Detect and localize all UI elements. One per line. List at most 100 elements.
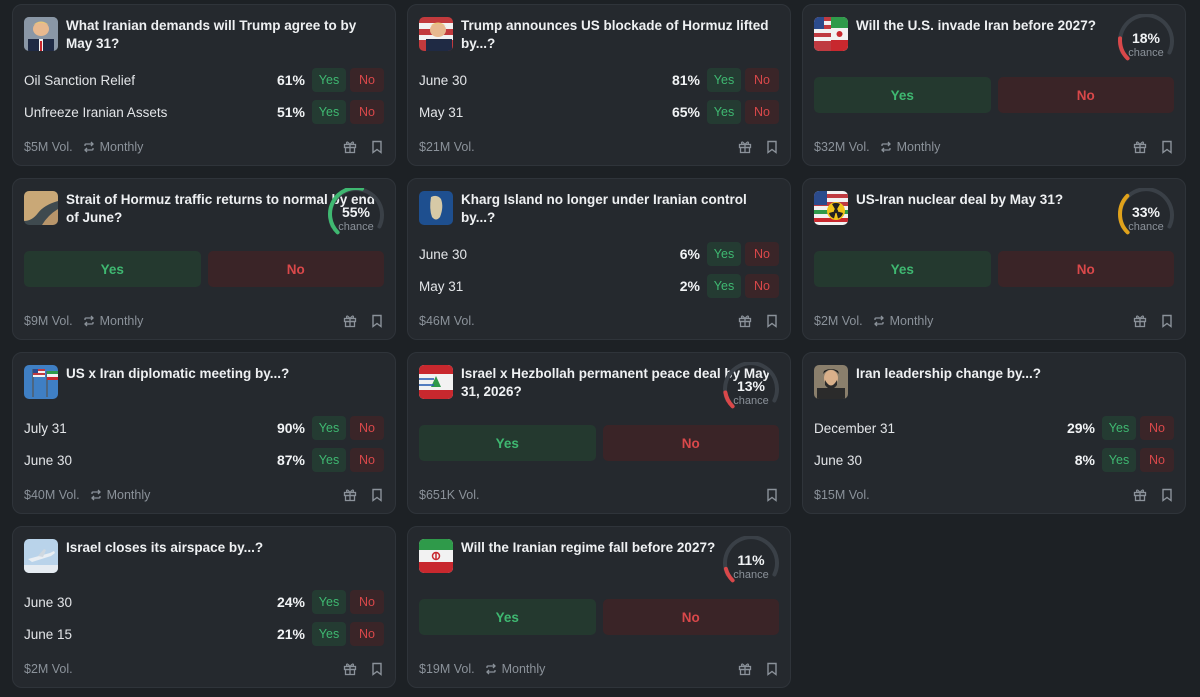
buy-yes-button[interactable]: Yes xyxy=(312,100,346,124)
buy-no-button[interactable]: No xyxy=(745,242,779,266)
buy-no-button[interactable]: No xyxy=(745,68,779,92)
bookmark-icon[interactable] xyxy=(371,488,383,502)
buy-yes-button[interactable]: Yes xyxy=(814,251,991,287)
market-title[interactable]: US x Iran diplomatic meeting by...? xyxy=(66,364,295,383)
market-card[interactable]: Trump announces US blockade of Hormuz li… xyxy=(407,4,791,166)
market-card[interactable]: Israel closes its airspace by...? June 3… xyxy=(12,526,396,688)
chance-label: chance xyxy=(1128,221,1164,233)
buy-no-button[interactable]: No xyxy=(997,77,1174,113)
market-title[interactable]: US-Iran nuclear deal by May 31? xyxy=(856,190,1069,209)
buy-no-button[interactable]: No xyxy=(602,425,779,461)
chance-percent: 11% xyxy=(737,552,765,568)
market-card[interactable]: Iran leadership change by...? December 3… xyxy=(802,352,1186,514)
buy-no-button[interactable]: No xyxy=(997,251,1174,287)
recurrence-label: Monthly xyxy=(90,488,150,502)
chance-percent: 55% xyxy=(341,204,371,220)
market-card[interactable]: Strait of Hormuz traffic returns to norm… xyxy=(12,178,396,340)
market-card[interactable]: US x Iran diplomatic meeting by...? July… xyxy=(12,352,396,514)
buy-no-button[interactable]: No xyxy=(207,251,384,287)
bookmark-icon[interactable] xyxy=(371,662,383,676)
bookmark-icon[interactable] xyxy=(766,314,778,328)
buy-yes-button[interactable]: Yes xyxy=(312,622,346,646)
outcome-percent: 29% xyxy=(1066,420,1095,436)
buy-yes-button[interactable]: Yes xyxy=(419,599,596,635)
gift-icon[interactable] xyxy=(343,140,357,154)
market-title[interactable]: Kharg Island no longer under Iranian con… xyxy=(461,190,779,227)
gift-icon[interactable] xyxy=(1133,140,1147,154)
buy-no-button[interactable]: No xyxy=(1140,448,1174,472)
buy-no-button[interactable]: No xyxy=(350,448,384,472)
buy-no-button[interactable]: No xyxy=(350,100,384,124)
bookmark-icon[interactable] xyxy=(371,140,383,154)
market-title[interactable]: Trump announces US blockade of Hormuz li… xyxy=(461,16,779,53)
buy-no-button[interactable]: No xyxy=(602,599,779,635)
buy-yes-button[interactable]: Yes xyxy=(707,242,741,266)
outcome-name: Unfreeze Iranian Assets xyxy=(24,104,168,120)
gift-icon[interactable] xyxy=(343,662,357,676)
market-card[interactable]: US-Iran nuclear deal by May 31? 33% chan… xyxy=(802,178,1186,340)
bookmark-icon[interactable] xyxy=(371,314,383,328)
outcome-row: June 30 6% Yes No xyxy=(419,238,779,270)
buy-yes-button[interactable]: Yes xyxy=(1102,448,1136,472)
buy-no-button[interactable]: No xyxy=(350,68,384,92)
gift-icon[interactable] xyxy=(1133,314,1147,328)
gift-icon[interactable] xyxy=(738,314,752,328)
volume-label: $651K Vol. xyxy=(419,488,480,502)
market-image xyxy=(419,191,453,225)
outcome-name: May 31 xyxy=(419,104,464,120)
bookmark-icon[interactable] xyxy=(1161,314,1173,328)
bookmark-icon[interactable] xyxy=(766,662,778,676)
buy-no-button[interactable]: No xyxy=(745,274,779,298)
market-card[interactable]: Kharg Island no longer under Iranian con… xyxy=(407,178,791,340)
market-card[interactable]: Will the Iranian regime fall before 2027… xyxy=(407,526,791,688)
market-title[interactable]: Will the U.S. invade Iran before 2027? xyxy=(856,16,1102,35)
repeat-icon xyxy=(873,315,884,327)
buy-yes-button[interactable]: Yes xyxy=(312,590,346,614)
market-image xyxy=(419,365,453,399)
chance-gauge: 33% chance xyxy=(1117,188,1175,238)
repeat-icon xyxy=(485,663,496,675)
market-title[interactable]: What Iranian demands will Trump agree to… xyxy=(66,16,384,53)
gift-icon[interactable] xyxy=(343,314,357,328)
buy-no-button[interactable]: No xyxy=(1140,416,1174,440)
repeat-icon xyxy=(83,315,94,327)
buy-no-button[interactable]: No xyxy=(350,590,384,614)
bookmark-icon[interactable] xyxy=(1161,488,1173,502)
market-card[interactable]: Israel x Hezbollah permanent peace deal … xyxy=(407,352,791,514)
buy-no-button[interactable]: No xyxy=(350,416,384,440)
buy-yes-button[interactable]: Yes xyxy=(419,425,596,461)
gift-icon[interactable] xyxy=(738,662,752,676)
buy-yes-button[interactable]: Yes xyxy=(707,100,741,124)
bookmark-icon[interactable] xyxy=(766,488,778,502)
volume-label: $2M Vol. xyxy=(814,314,863,328)
buy-no-button[interactable]: No xyxy=(350,622,384,646)
bookmark-icon[interactable] xyxy=(1161,140,1173,154)
buy-yes-button[interactable]: Yes xyxy=(707,68,741,92)
buy-yes-button[interactable]: Yes xyxy=(707,274,741,298)
buy-yes-button[interactable]: Yes xyxy=(312,416,346,440)
market-title[interactable]: Iran leadership change by...? xyxy=(856,364,1047,383)
market-title[interactable]: Israel closes its airspace by...? xyxy=(66,538,269,557)
buy-yes-button[interactable]: Yes xyxy=(312,448,346,472)
market-image xyxy=(24,539,58,573)
buy-yes-button[interactable]: Yes xyxy=(1102,416,1136,440)
gift-icon[interactable] xyxy=(343,488,357,502)
gift-icon[interactable] xyxy=(1133,488,1147,502)
gift-icon[interactable] xyxy=(738,140,752,154)
market-card[interactable]: What Iranian demands will Trump agree to… xyxy=(12,4,396,166)
recurrence-label: Monthly xyxy=(485,662,545,676)
outcome-name: June 30 xyxy=(419,72,468,88)
market-card[interactable]: Will the U.S. invade Iran before 2027? 1… xyxy=(802,4,1186,166)
market-title[interactable]: Will the Iranian regime fall before 2027… xyxy=(461,538,721,557)
buy-no-button[interactable]: No xyxy=(745,100,779,124)
buy-yes-button[interactable]: Yes xyxy=(814,77,991,113)
volume-label: $46M Vol. xyxy=(419,314,475,328)
buy-yes-button[interactable]: Yes xyxy=(312,68,346,92)
bookmark-icon[interactable] xyxy=(766,140,778,154)
chance-label: chance xyxy=(733,569,769,581)
outcome-row: Oil Sanction Relief 61% Yes No xyxy=(24,64,384,96)
buy-yes-button[interactable]: Yes xyxy=(24,251,201,287)
outcome-name: July 31 xyxy=(24,420,67,436)
market-image xyxy=(814,191,848,225)
repeat-icon xyxy=(90,489,101,501)
